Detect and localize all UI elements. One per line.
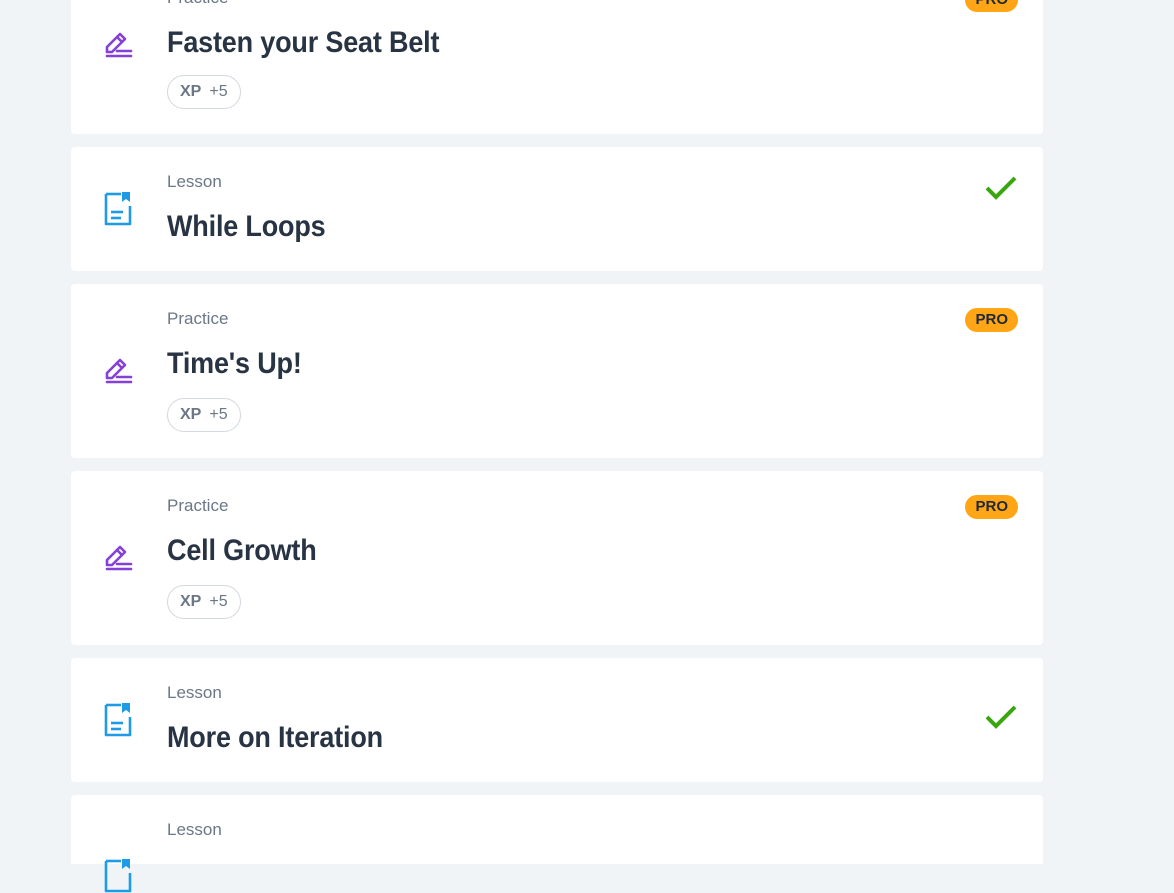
checkmark-icon	[985, 703, 1017, 731]
item-title: While Loops	[167, 210, 326, 243]
document-icon	[101, 859, 135, 893]
pencil-icon	[101, 354, 135, 388]
lesson-card-times-up[interactable]: Practice Time's Up! XP +5 PRO	[71, 284, 1043, 458]
xp-badge: XP +5	[167, 398, 241, 432]
item-title: More on Iteration	[167, 721, 383, 754]
pro-badge: PRO	[965, 308, 1018, 332]
xp-label: XP	[180, 406, 202, 423]
pencil-icon	[101, 541, 135, 575]
xp-value: +5	[209, 593, 228, 610]
lesson-card-while-loops[interactable]: Lesson While Loops	[71, 147, 1043, 271]
xp-badge: XP +5	[167, 75, 241, 109]
document-icon	[101, 703, 135, 737]
item-kind: Practice	[167, 309, 229, 328]
xp-label: XP	[180, 83, 202, 100]
item-kind: Lesson	[167, 172, 222, 191]
document-icon	[101, 192, 135, 226]
xp-value: +5	[209, 406, 228, 423]
xp-value: +5	[209, 83, 228, 100]
lesson-card-fasten-seat-belt[interactable]: Practice Fasten your Seat Belt XP +5 PRO	[71, 0, 1043, 134]
item-kind: Lesson	[167, 683, 222, 702]
pencil-icon	[101, 28, 135, 62]
item-kind: Practice	[167, 0, 470, 8]
checkmark-icon	[985, 174, 1017, 202]
xp-label: XP	[180, 593, 202, 610]
pro-badge: PRO	[965, 0, 1018, 12]
lesson-card-partial[interactable]: Lesson	[71, 795, 1043, 893]
pro-badge: PRO	[965, 495, 1018, 519]
lesson-card-cell-growth[interactable]: Practice Cell Growth XP +5 PRO	[71, 471, 1043, 645]
item-kind: Lesson	[167, 820, 222, 839]
item-title: Fasten your Seat Belt	[167, 26, 440, 59]
item-title: Cell Growth	[167, 534, 317, 567]
lesson-card-more-on-iteration[interactable]: Lesson More on Iteration	[71, 658, 1043, 782]
item-title: Time's Up!	[167, 347, 302, 380]
xp-badge: XP +5	[167, 585, 241, 619]
item-kind: Practice	[167, 496, 229, 515]
